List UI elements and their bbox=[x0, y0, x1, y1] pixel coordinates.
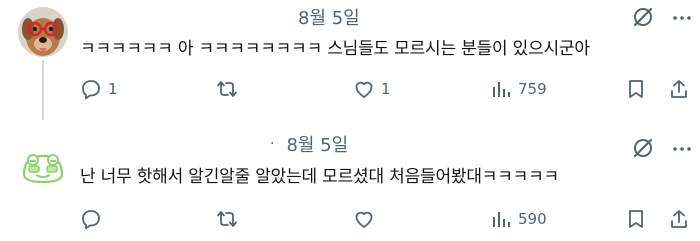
avatar[interactable] bbox=[18, 7, 68, 57]
post-header: · 8월 5일 bbox=[270, 131, 348, 157]
share-icon bbox=[671, 80, 687, 98]
post-text: ㅋㅋㅋㅋㅋㅋ 아 ㅋㅋㅋㅋㅋㅋㅋㅋ 스님들도 모르시는 분들이 있으시군아 bbox=[80, 39, 590, 59]
share-button[interactable] bbox=[668, 76, 690, 102]
view-count: 759 bbox=[518, 80, 547, 98]
bookmark-button[interactable] bbox=[625, 206, 647, 232]
repost-icon bbox=[217, 211, 237, 227]
share-icon bbox=[671, 210, 687, 228]
views-button[interactable]: 759 bbox=[490, 76, 547, 102]
grok-icon[interactable] bbox=[632, 137, 654, 159]
views-chart-icon bbox=[493, 82, 510, 97]
heart-icon bbox=[355, 81, 373, 98]
post-date[interactable]: 8월 5일 bbox=[286, 131, 348, 157]
like-count: 1 bbox=[381, 80, 391, 98]
post[interactable]: 8월 5일 ㅋㅋㅋㅋㅋㅋ 아 ㅋㅋㅋㅋㅋㅋㅋㅋ 스님들도 모르시는 분들이 있으… bbox=[0, 0, 700, 120]
reply-icon bbox=[82, 210, 100, 230]
reply-button[interactable]: 1 bbox=[80, 76, 118, 102]
action-bar: 1 1 759 bbox=[0, 76, 700, 102]
like-button[interactable]: 1 bbox=[353, 76, 391, 102]
view-count: 590 bbox=[518, 210, 547, 228]
repost-button[interactable] bbox=[216, 206, 244, 232]
dog-avatar-icon bbox=[18, 7, 68, 57]
separator-dot: · bbox=[270, 136, 275, 152]
repost-icon bbox=[217, 81, 237, 97]
bookmark-icon bbox=[629, 80, 643, 98]
avatar[interactable] bbox=[18, 142, 68, 192]
bookmark-button[interactable] bbox=[625, 76, 647, 102]
reply-button[interactable] bbox=[80, 206, 108, 232]
views-button[interactable]: 590 bbox=[490, 206, 547, 232]
like-button[interactable] bbox=[353, 206, 381, 232]
more-options-icon[interactable] bbox=[670, 137, 694, 161]
repost-button[interactable] bbox=[216, 76, 244, 102]
action-bar: 590 bbox=[0, 206, 700, 232]
views-chart-icon bbox=[493, 212, 510, 227]
post-text: 난 너무 핫해서 알긴알줄 알았는데 모르셨대 처음들어봤대ㅋㅋㅋㅋㅋ bbox=[80, 167, 559, 187]
grok-icon[interactable] bbox=[632, 6, 654, 28]
frog-avatar-icon bbox=[18, 142, 68, 192]
post-date[interactable]: 8월 5일 bbox=[298, 4, 360, 30]
more-options-icon[interactable] bbox=[670, 6, 694, 30]
reply-count: 1 bbox=[108, 80, 118, 98]
post-header: 8월 5일 bbox=[298, 4, 360, 30]
reply-icon bbox=[82, 80, 100, 100]
heart-icon bbox=[355, 211, 373, 228]
share-button[interactable] bbox=[668, 206, 690, 232]
post[interactable]: · 8월 5일 난 너무 핫해서 알긴알줄 알았는데 모르셨대 처음들어봤대ㅋㅋ… bbox=[0, 120, 700, 241]
bookmark-icon bbox=[629, 210, 643, 228]
